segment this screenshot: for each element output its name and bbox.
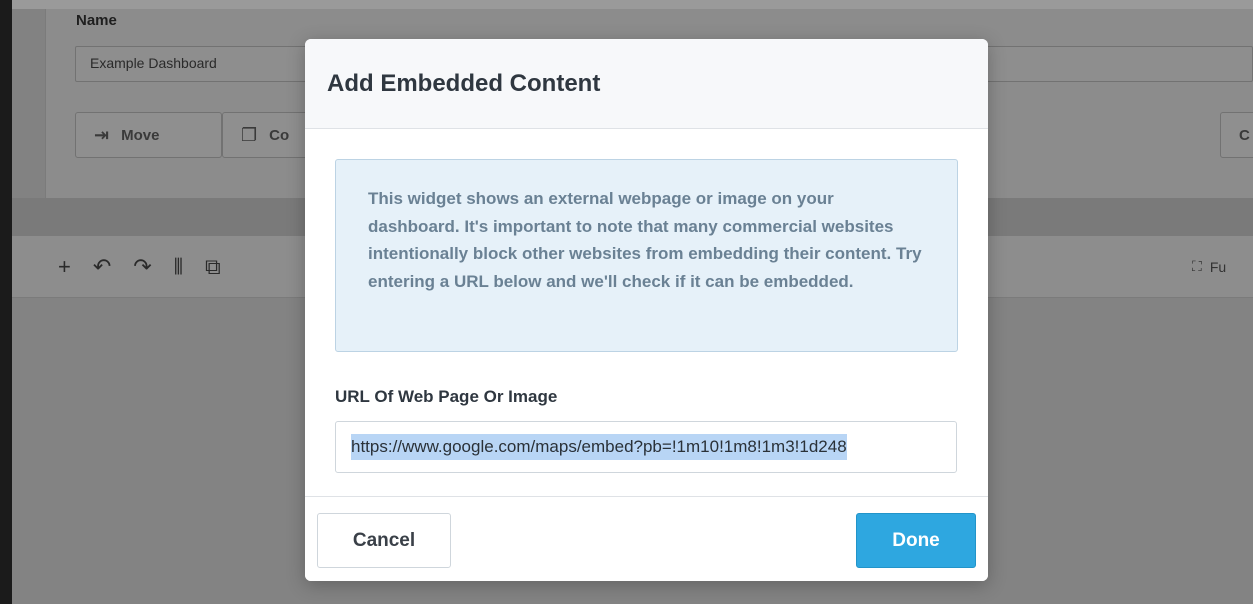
name-label: Name — [76, 12, 117, 29]
add-embedded-content-dialog: Add Embedded Content This widget shows a… — [305, 39, 988, 581]
url-label: URL Of Web Page Or Image — [335, 387, 558, 406]
background-right-button: C — [1220, 112, 1253, 158]
url-input[interactable]: https://www.google.com/maps/embed?pb=!1m… — [335, 421, 957, 473]
fullscreen-label: Fu — [1209, 258, 1227, 275]
copy-label: Co — [269, 126, 290, 144]
align-icon: ⫴ — [173, 254, 183, 279]
cancel-button[interactable]: Cancel — [317, 513, 451, 568]
move-icon: ⇥ — [94, 124, 110, 145]
redo-icon: ↷ — [133, 254, 152, 279]
group-icon: ⧉ — [204, 254, 221, 279]
dialog-footer: Cancel Done — [305, 496, 988, 581]
background-tools: + ↶ ↷ ⫴ ⧉ — [58, 254, 221, 280]
undo-icon: ↶ — [92, 254, 112, 279]
move-label: Move — [121, 126, 160, 144]
fullscreen-control: ⛶ Fu — [1192, 258, 1226, 275]
url-value: https://www.google.com/maps/embed?pb=!1m… — [351, 434, 847, 460]
move-button: ⇥ Move — [75, 112, 222, 158]
info-box: This widget shows an external webpage or… — [335, 159, 958, 352]
dialog-body: This widget shows an external webpage or… — [305, 129, 988, 496]
add-icon: + — [58, 254, 71, 279]
done-button[interactable]: Done — [856, 513, 976, 568]
fullscreen-icon: ⛶ — [1192, 258, 1202, 274]
copy-icon: ❐ — [241, 124, 258, 145]
background-right-button-label: C — [1239, 126, 1250, 144]
dialog-header: Add Embedded Content — [305, 39, 988, 129]
dialog-title: Add Embedded Content — [327, 69, 601, 97]
background-top-strip — [12, 0, 1253, 9]
name-value: Example Dashboard — [90, 55, 217, 71]
left-edge — [0, 0, 12, 604]
